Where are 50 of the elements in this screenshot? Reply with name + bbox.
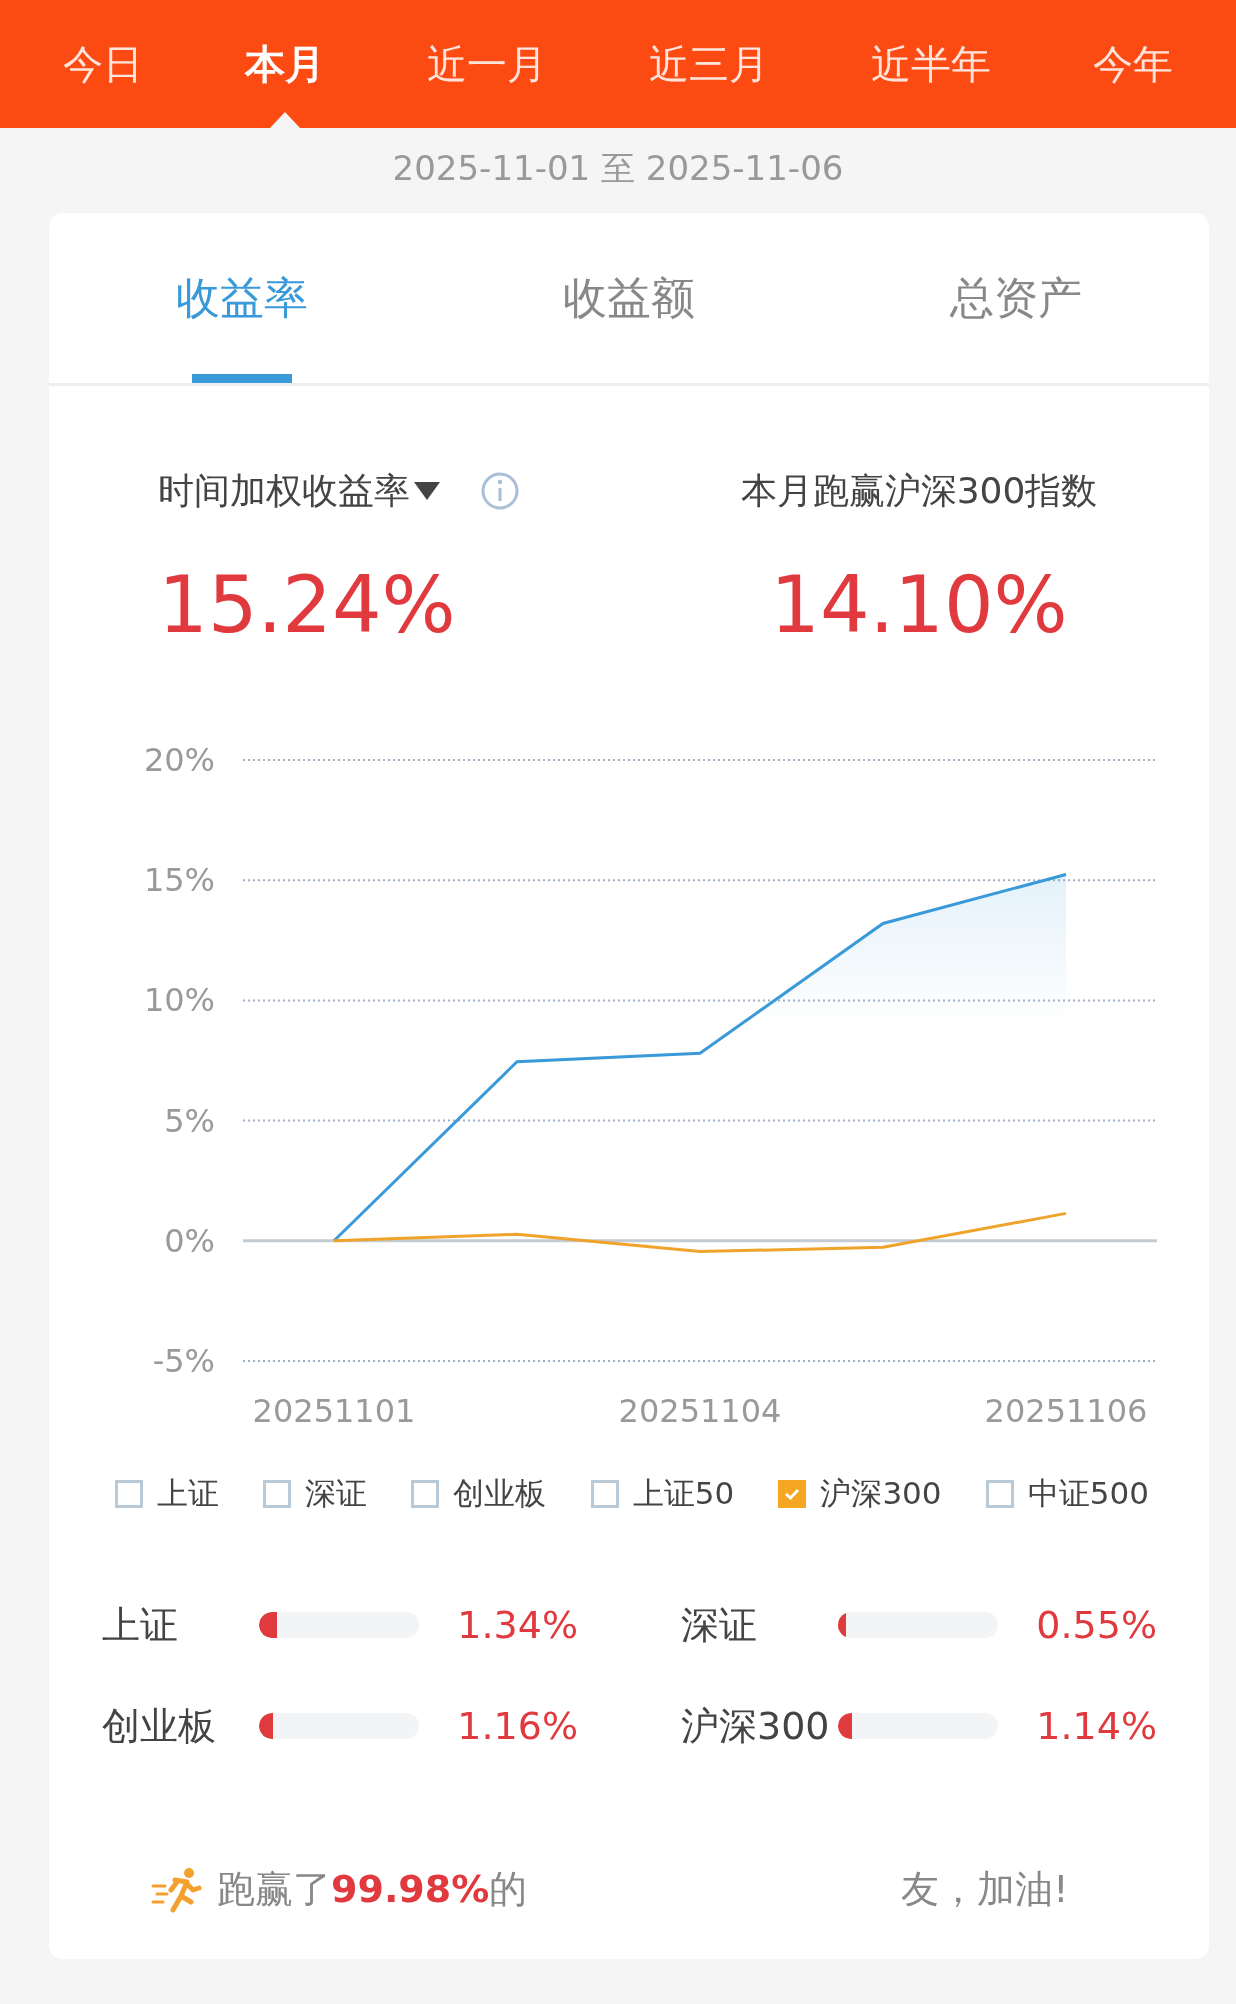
checkbox-label: 创业板	[453, 1474, 547, 1513]
index-name: 沪深300	[681, 1702, 831, 1750]
info-icon[interactable]	[480, 471, 520, 511]
x-axis-label: 20251101	[252, 1392, 416, 1430]
checkbox[interactable]	[778, 1480, 807, 1508]
checkbox[interactable]	[590, 1480, 619, 1508]
index-name: 深证	[681, 1601, 758, 1649]
metric-label: 时间加权收益率	[158, 468, 410, 513]
dropdown-icon[interactable]	[414, 482, 440, 500]
period-tab[interactable]: 近三月	[639, 36, 779, 92]
index-return: 1.16%	[456, 1704, 578, 1748]
period-tab[interactable]: 今日	[53, 36, 153, 92]
ranking-text: 友，加油!	[901, 1866, 1069, 1913]
period-tab[interactable]: 近半年	[861, 36, 1001, 92]
y-axis-label: 20%	[143, 741, 215, 779]
y-axis-label: 15%	[143, 861, 215, 900]
metric-value: 15.24%	[158, 560, 456, 650]
checkbox-label: 深证	[305, 1474, 368, 1513]
ranking-text: 跑赢了99.98%的	[217, 1866, 528, 1913]
y-axis-label: 0%	[164, 1221, 215, 1260]
x-axis-label: 20251104	[618, 1392, 782, 1430]
period-tab[interactable]: 本月	[235, 36, 335, 92]
period-tab[interactable]: 今年	[1083, 36, 1183, 92]
y-axis-label: 10%	[143, 981, 215, 1020]
index-name: 上证	[102, 1601, 179, 1649]
check-icon	[783, 1487, 802, 1501]
metric-label: 本月跑赢沪深300指数	[740, 468, 1098, 513]
y-axis-label: -5%	[152, 1342, 215, 1380]
x-axis-label: 20251106	[984, 1392, 1148, 1430]
metric-value: 14.10%	[770, 560, 1068, 650]
checkbox[interactable]	[985, 1480, 1014, 1508]
checkbox-label: 上证50	[632, 1474, 735, 1513]
index-return: 1.14%	[1035, 1704, 1157, 1748]
checkbox[interactable]	[115, 1480, 143, 1508]
period-tab[interactable]: 近一月	[417, 36, 557, 92]
index-return: 0.55%	[1035, 1603, 1157, 1647]
metric-tab[interactable]: 总资产	[822, 213, 1209, 383]
metric-tab[interactable]: 收益额	[435, 213, 823, 383]
date-range: 2025-11-01 至 2025-11-06	[391, 147, 845, 190]
checkbox-label: 上证	[157, 1474, 219, 1513]
checkbox-label: 沪深300	[820, 1474, 942, 1513]
checkbox[interactable]	[263, 1480, 292, 1508]
runner-icon	[151, 1865, 203, 1914]
checkbox[interactable]	[411, 1480, 440, 1508]
index-name: 创业板	[102, 1702, 217, 1750]
checkbox-label: 中证500	[1027, 1474, 1149, 1513]
y-axis-label: 5%	[164, 1101, 215, 1140]
index-return: 1.34%	[456, 1603, 578, 1647]
metric-tab[interactable]: 收益率	[49, 213, 436, 383]
tab-pointer-icon	[270, 112, 300, 128]
